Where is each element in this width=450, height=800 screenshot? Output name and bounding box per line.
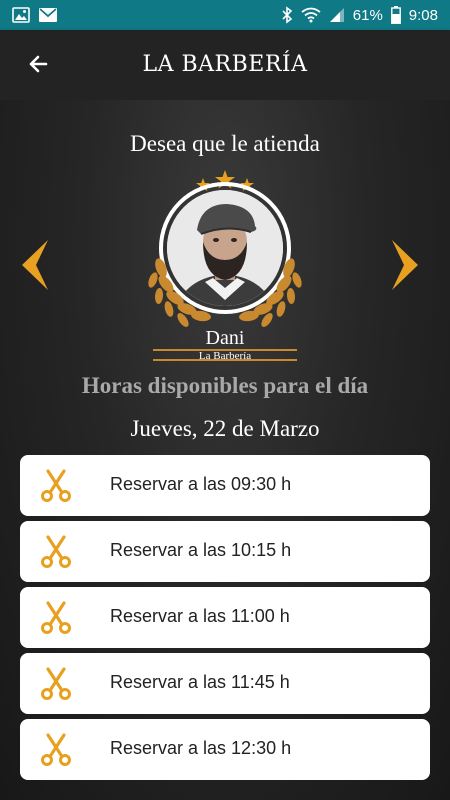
chevron-left-icon (22, 240, 50, 294)
slot-button[interactable]: Reservar a las 11:00 h (20, 587, 430, 648)
slot-label: Reservar a las 12:30 h (110, 738, 292, 758)
previous-barber-button[interactable] (22, 240, 50, 290)
bluetooth-icon (281, 6, 293, 24)
slot-button[interactable]: Reservar a las 09:30 h (20, 455, 430, 516)
wifi-icon (301, 7, 321, 23)
scissors-icon (40, 733, 72, 767)
signal-icon (329, 7, 345, 23)
slot-button[interactable]: Reservar a las 10:15 h (20, 521, 430, 582)
scissors-icon (40, 535, 72, 569)
mail-icon (38, 7, 58, 23)
slot-button[interactable]: Reservar a las 12:30 h (20, 719, 430, 780)
battery-percent: 61% (352, 6, 383, 24)
barber-avatar (167, 190, 283, 306)
slot-label: Reservar a las 09:30 h (110, 474, 292, 494)
clock: 9:08 (408, 6, 438, 24)
slot-button[interactable]: Reservar a las 11:45 h (20, 653, 430, 714)
divider-bottom (153, 359, 297, 361)
page-title: LA BARBERÍA (142, 52, 308, 77)
section-title: Horas disponibles para el día (81, 373, 369, 398)
image-icon (12, 7, 30, 23)
next-barber-button[interactable] (390, 240, 418, 290)
slot-label: Reservar a las 11:45 h (110, 672, 290, 692)
selected-date: Jueves, 22 de Marzo (130, 416, 320, 441)
status-bar: 61% 9:08 (0, 0, 450, 30)
barber-prompt: Desea que le atienda (130, 131, 320, 156)
battery-icon (390, 6, 401, 24)
app-bar: LA BARBERÍA (0, 30, 450, 100)
slot-label: Reservar a las 10:15 h (110, 540, 292, 560)
scissors-icon (40, 667, 72, 701)
chevron-right-icon (390, 240, 418, 294)
barber-name: Dani (205, 327, 245, 349)
scissors-icon (40, 469, 72, 503)
slot-label: Reservar a las 11:00 h (110, 606, 290, 626)
scissors-icon (40, 601, 72, 635)
